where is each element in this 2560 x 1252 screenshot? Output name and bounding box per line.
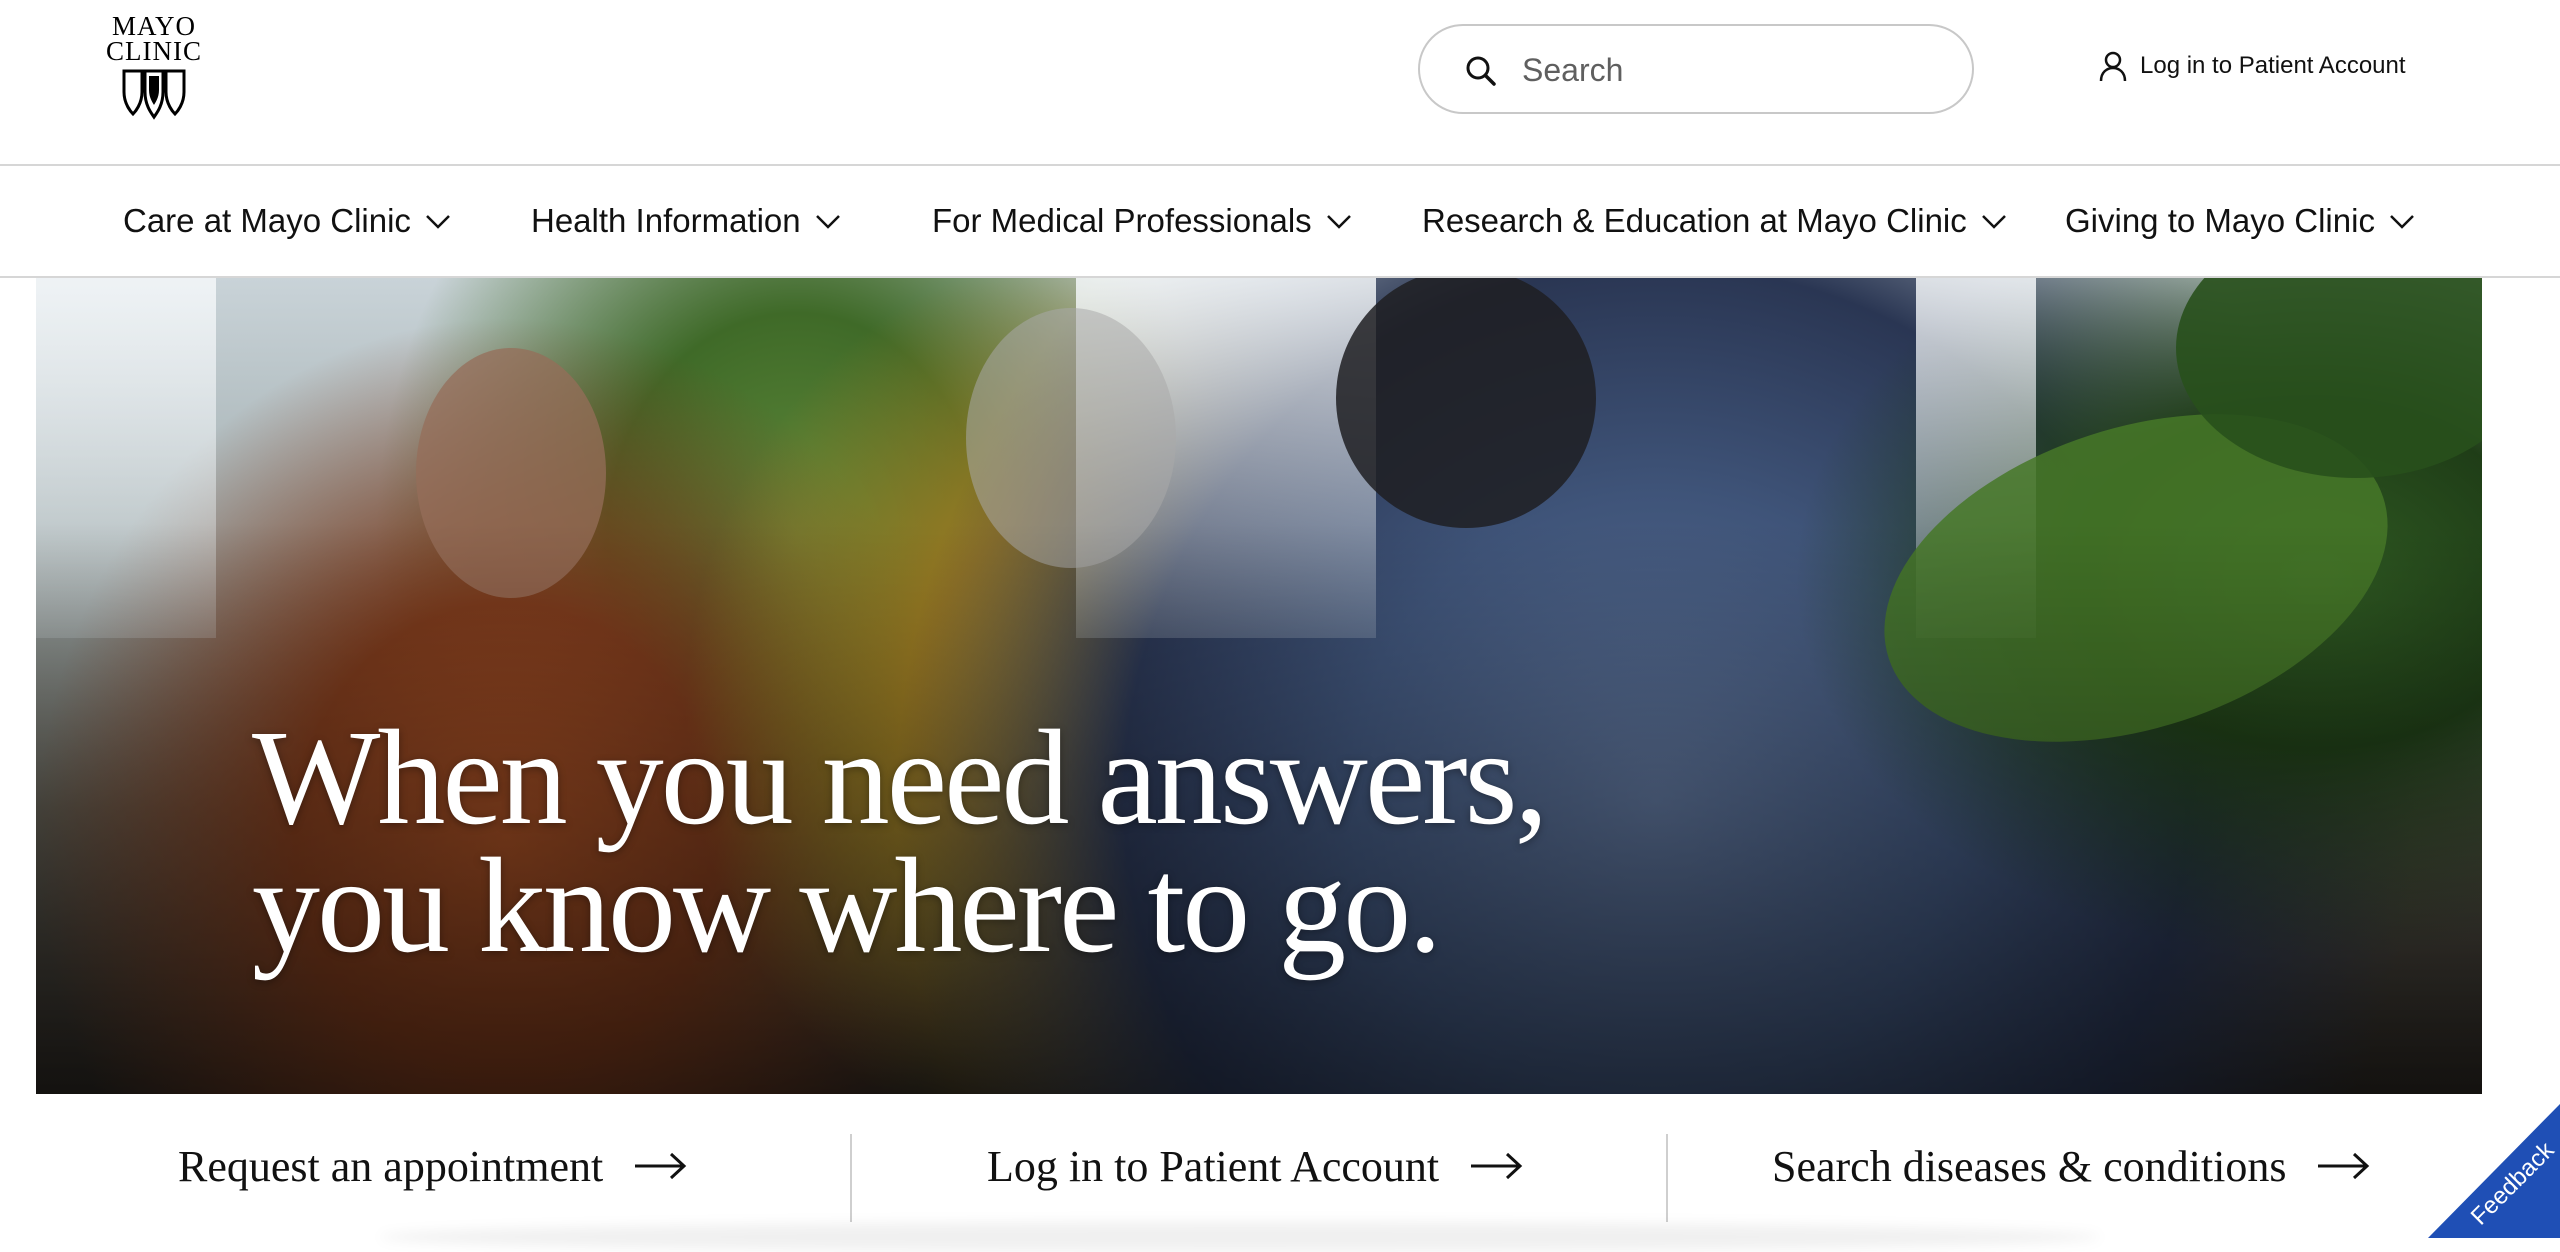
nav-item-medical-professionals[interactable]: For Medical Professionals bbox=[932, 166, 1352, 276]
chevron-down-icon bbox=[426, 215, 450, 229]
search-diseases-link[interactable]: Search diseases & conditions bbox=[1772, 1094, 2370, 1238]
arrow-right-icon bbox=[635, 1152, 687, 1180]
logo-text-line2: CLINIC bbox=[106, 36, 202, 66]
chevron-down-icon bbox=[815, 215, 840, 229]
chevron-down-icon bbox=[1981, 215, 2006, 229]
quick-links-divider bbox=[1666, 1134, 1668, 1222]
arrow-right-icon bbox=[2318, 1152, 2370, 1180]
feedback-tab[interactable]: Feedback bbox=[2428, 1104, 2560, 1238]
nav-item-health-information[interactable]: Health Information bbox=[531, 166, 841, 276]
patient-account-quick-link[interactable]: Log in to Patient Account bbox=[987, 1094, 1523, 1238]
quick-link-label: Log in to Patient Account bbox=[987, 1141, 1440, 1191]
nav-item-label: Care at Mayo Clinic bbox=[123, 202, 411, 239]
arrow-right-icon bbox=[1471, 1152, 1523, 1180]
nav-item-label: Health Information bbox=[531, 202, 801, 239]
nav-item-label: Giving to Mayo Clinic bbox=[2065, 202, 2375, 239]
mayo-clinic-logo[interactable]: MAYO CLINIC bbox=[104, 13, 204, 120]
nav-item-research-education[interactable]: Research & Education at Mayo Clinic bbox=[1422, 166, 2007, 276]
hero-headline: When you need answers, you know where to… bbox=[252, 703, 1752, 981]
patient-account-login-link[interactable]: Log in to Patient Account bbox=[2098, 46, 2406, 86]
shields-icon bbox=[122, 69, 186, 120]
quick-links-bar: Request an appointment Log in to Patient… bbox=[36, 1094, 2482, 1238]
quick-link-label: Search diseases & conditions bbox=[1772, 1141, 2287, 1191]
patient-account-login-label: Log in to Patient Account bbox=[2140, 52, 2406, 79]
nav-item-label: For Medical Professionals bbox=[932, 202, 1312, 239]
quick-links-divider bbox=[850, 1134, 852, 1222]
search-icon[interactable] bbox=[1464, 54, 1498, 88]
nav-item-label: Research & Education at Mayo Clinic bbox=[1422, 202, 1967, 239]
site-header: MAYO CLINIC Log in to Patient Account bbox=[0, 0, 2560, 166]
search-box[interactable] bbox=[1418, 24, 1974, 114]
chevron-down-icon bbox=[1326, 215, 1351, 229]
nav-item-care[interactable]: Care at Mayo Clinic bbox=[123, 166, 451, 276]
request-appointment-link[interactable]: Request an appointment bbox=[178, 1094, 687, 1238]
hero-banner: When you need answers, you know where to… bbox=[36, 278, 2482, 1094]
hero-headline-line2: you know where to go. bbox=[252, 831, 1442, 981]
search-input[interactable] bbox=[1520, 44, 1944, 96]
bottom-shadow bbox=[380, 1222, 2100, 1252]
chevron-down-icon bbox=[2390, 215, 2414, 229]
user-icon bbox=[2099, 51, 2127, 82]
primary-nav: Care at Mayo Clinic Health Information F… bbox=[0, 166, 2560, 278]
quick-link-label: Request an appointment bbox=[178, 1141, 604, 1191]
nav-item-giving[interactable]: Giving to Mayo Clinic bbox=[2065, 166, 2415, 276]
hero-headline-line1: When you need answers, bbox=[252, 703, 1549, 853]
